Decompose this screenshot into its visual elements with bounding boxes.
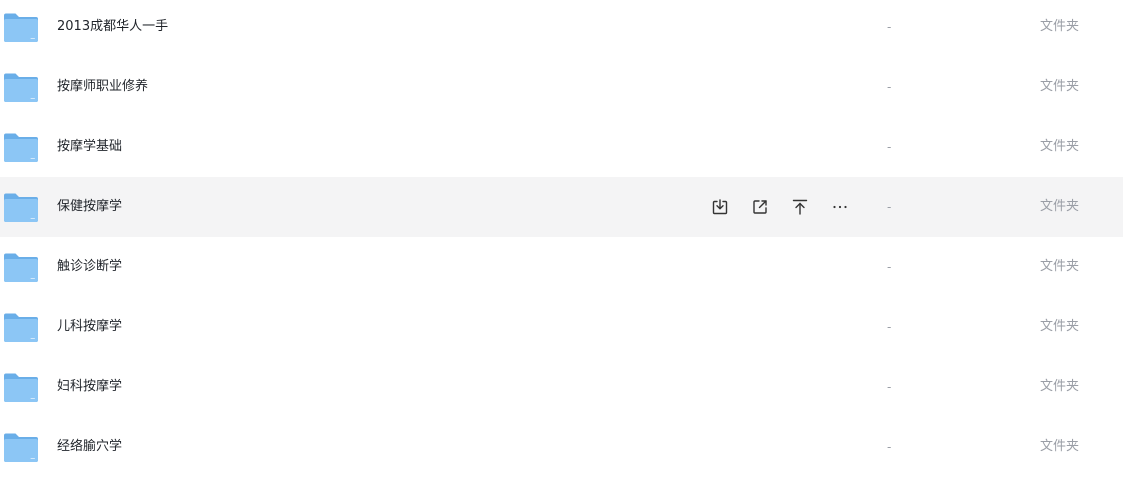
folder-icon	[3, 371, 39, 403]
folder-icon	[3, 431, 39, 463]
more-icon[interactable]	[828, 195, 852, 219]
file-name[interactable]: 保健按摩学	[57, 177, 122, 237]
file-name[interactable]: 2013成都华人一手	[57, 0, 168, 57]
file-type: 文件夹	[1040, 439, 1080, 454]
file-name[interactable]: 按摩学基础	[57, 117, 122, 177]
file-name[interactable]: 妇科按摩学	[57, 357, 122, 417]
folder-icon	[3, 251, 39, 283]
row-actions	[708, 195, 868, 219]
file-name[interactable]: 按摩师职业修养	[57, 57, 148, 117]
file-type: 文件夹	[1040, 79, 1080, 94]
file-size: -	[887, 320, 892, 334]
file-size: -	[887, 200, 892, 214]
file-row[interactable]: 按摩学基础 - 文件夹	[0, 117, 1123, 177]
file-type: 文件夹	[1040, 19, 1080, 34]
file-size: -	[887, 140, 892, 154]
file-size: -	[887, 380, 892, 394]
file-name[interactable]: 触诊诊断学	[57, 237, 122, 297]
folder-icon	[3, 71, 39, 103]
file-size: -	[887, 80, 892, 94]
folder-icon	[3, 11, 39, 43]
file-type: 文件夹	[1040, 319, 1080, 334]
file-row[interactable]: 按摩师职业修养 - 文件夹	[0, 57, 1123, 117]
file-row[interactable]: 2013成都华人一手 - 文件夹	[0, 0, 1123, 57]
file-size: -	[887, 20, 892, 34]
folder-icon	[3, 131, 39, 163]
download-icon[interactable]	[708, 195, 732, 219]
file-size: -	[887, 260, 892, 274]
file-type: 文件夹	[1040, 259, 1080, 274]
file-name[interactable]: 经络腧穴学	[57, 417, 122, 477]
folder-icon	[3, 191, 39, 223]
file-row-hovered[interactable]: 保健按摩学 - 文件夹	[0, 177, 1123, 237]
file-row[interactable]: 妇科按摩学 - 文件夹	[0, 357, 1123, 417]
file-size: -	[887, 440, 892, 454]
pin-to-top-icon[interactable]	[788, 195, 812, 219]
file-row[interactable]: 经络腧穴学 - 文件夹	[0, 417, 1123, 477]
file-row[interactable]: 触诊诊断学 - 文件夹	[0, 237, 1123, 297]
file-name[interactable]: 儿科按摩学	[57, 297, 122, 357]
file-type: 文件夹	[1040, 139, 1080, 154]
folder-icon	[3, 311, 39, 343]
share-icon[interactable]	[748, 195, 772, 219]
file-type: 文件夹	[1040, 199, 1080, 214]
file-list: 2013成都华人一手 - 文件夹 按摩师职业修养 - 文件夹 按摩学基础 - 文…	[0, 0, 1123, 474]
file-row[interactable]: 儿科按摩学 - 文件夹	[0, 297, 1123, 357]
file-type: 文件夹	[1040, 379, 1080, 394]
